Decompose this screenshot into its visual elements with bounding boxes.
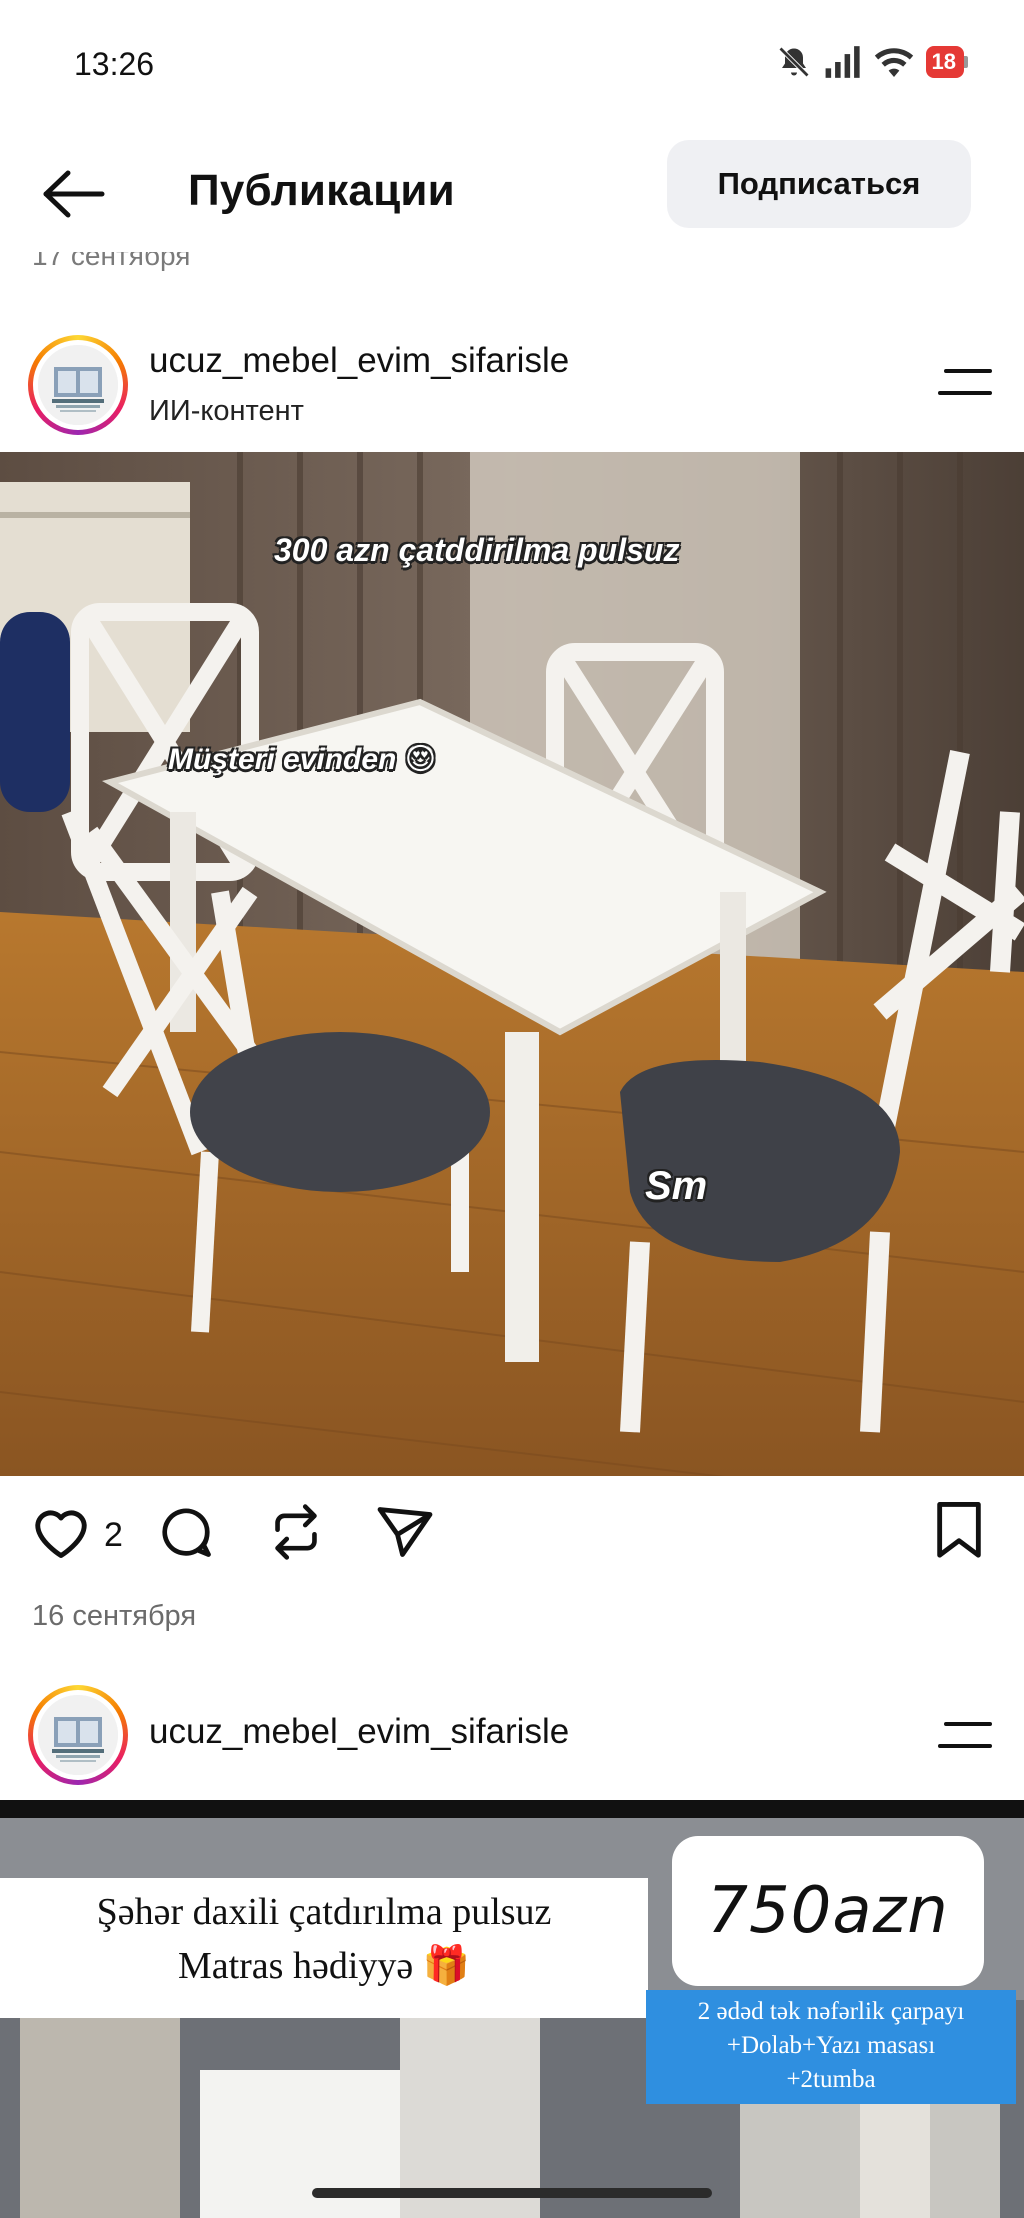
username[interactable]: ucuz_mebel_evim_sifarisle [149, 341, 569, 381]
bell-off-icon [778, 46, 809, 78]
overlay-text-delivery: 300 azn çatddirilma pulsuz [274, 532, 680, 568]
post-date: 16 сентября [32, 1600, 197, 1632]
avatar-image [38, 1695, 118, 1775]
bookmark-icon[interactable] [934, 1502, 984, 1560]
post-image[interactable]: Şəhər daxili çatdırılma pulsuz Matras hə… [0, 1800, 1024, 2218]
product-line-2: +Dolab+Yazı masası [726, 2032, 936, 2059]
product-box: 2 ədəd tək nəfərlik çarpayı +Dolab+Yazı … [646, 1990, 1016, 2104]
banner-line-2: Matras hədiyyə 🎁 [177, 1945, 471, 1987]
arrow-left-icon[interactable] [40, 170, 106, 218]
share-icon[interactable] [374, 1502, 436, 1562]
price-text: 750azn [707, 1874, 949, 1948]
like-count[interactable]: 2 [104, 1516, 123, 1555]
avatar-image [38, 345, 118, 425]
home-indicator[interactable] [312, 2188, 712, 2198]
post-image[interactable]: 300 azn çatddirilma pulsuz Müşteri evind… [0, 452, 1024, 1476]
page-title: Публикации [188, 166, 455, 215]
comment-icon[interactable] [156, 1502, 216, 1562]
banner-line-1: Şəhər daxili çatdırılma pulsuz [96, 1891, 552, 1933]
price-badge: 750azn [672, 1836, 984, 1986]
product-line-3: +2tumba [786, 2066, 876, 2093]
post-header: ucuz_mebel_evim_sifarisle [0, 1670, 1024, 1800]
ai-content-label: ИИ-контент [149, 395, 304, 427]
post-actions: 2 [0, 1490, 1024, 1580]
status-bar: 13:26 18 [0, 0, 1024, 130]
avatar[interactable] [28, 335, 128, 435]
wifi-icon [874, 48, 913, 77]
battery-icon: 18 [925, 46, 968, 78]
status-time: 13:26 [74, 46, 155, 82]
more-icon[interactable] [938, 365, 994, 399]
subscribe-button[interactable]: Подписаться [667, 140, 971, 228]
avatar[interactable] [28, 1685, 128, 1785]
post-photo [0, 452, 1024, 1476]
heart-icon[interactable] [30, 1502, 92, 1560]
battery-level: 18 [925, 46, 964, 78]
username[interactable]: ucuz_mebel_evim_sifarisle [149, 1712, 569, 1752]
signal-icon [825, 46, 860, 78]
previous-post-date: 17 сентября [32, 252, 191, 271]
repost-icon[interactable] [268, 1502, 324, 1562]
status-icons: 18 [776, 44, 968, 80]
post-header: ucuz_mebel_evim_sifarisle ИИ-контент [0, 325, 1024, 455]
overlay-text-sm: Sm [645, 1164, 708, 1208]
more-icon[interactable] [938, 1718, 994, 1752]
overlay-text-customer: Müşteri evinden 😍 [168, 743, 436, 776]
delivery-banner: Şəhər daxili çatdırılma pulsuz Matras hə… [0, 1878, 648, 2018]
product-line-1: 2 ədəd tək nəfərlik çarpayı [697, 1998, 965, 2025]
